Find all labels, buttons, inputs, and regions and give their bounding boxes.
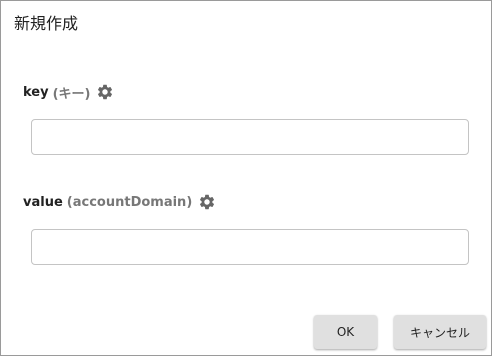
value-field-label: value (accountDomain)	[23, 192, 216, 212]
cancel-button[interactable]: キャンセル	[394, 315, 486, 349]
new-entry-dialog: 新規作成 key (キー) value (accountDomain) OK キ…	[0, 0, 492, 356]
key-hint: (キー)	[52, 86, 91, 102]
key-label: key	[23, 84, 49, 100]
key-input[interactable]	[31, 119, 469, 155]
gear-icon[interactable]	[198, 193, 216, 211]
ok-button[interactable]: OK	[314, 315, 377, 349]
value-hint: (accountDomain)	[66, 194, 193, 210]
value-input[interactable]	[31, 229, 469, 265]
gear-icon[interactable]	[96, 83, 114, 101]
value-label: value	[23, 194, 63, 210]
dialog-title: 新規作成	[14, 14, 79, 33]
key-field-label: key (キー)	[23, 82, 114, 102]
